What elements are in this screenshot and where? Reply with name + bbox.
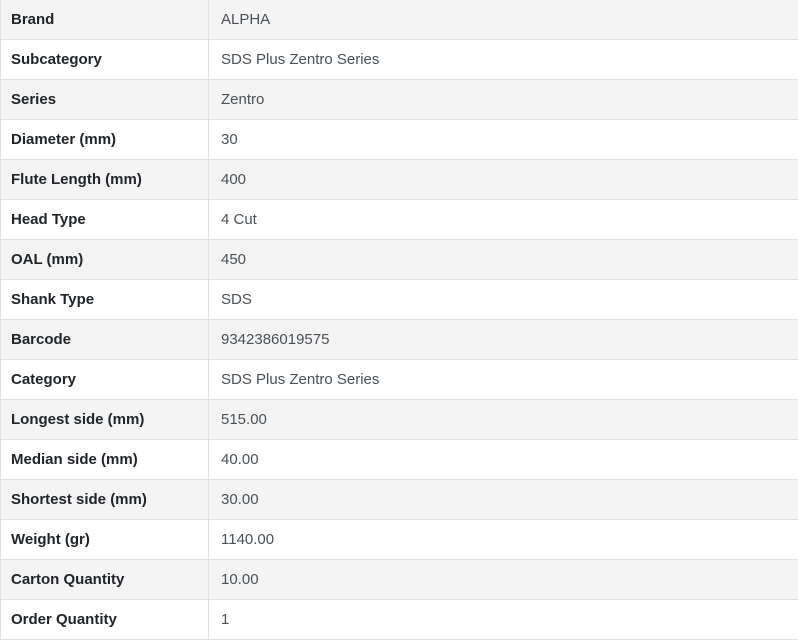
- table-row: Diameter (mm) 30: [1, 120, 798, 160]
- table-row: Shortest side (mm) 30.00: [1, 480, 798, 520]
- spec-label: Brand: [1, 0, 209, 40]
- table-row: Barcode 9342386019575: [1, 320, 798, 360]
- spec-value: 1140.00: [209, 520, 798, 560]
- spec-label: Subcategory: [1, 40, 209, 80]
- table-row: Carton Quantity 10.00: [1, 560, 798, 600]
- table-row: Subcategory SDS Plus Zentro Series: [1, 40, 798, 80]
- spec-label: Head Type: [1, 200, 209, 240]
- table-row: Flute Length (mm) 400: [1, 160, 798, 200]
- spec-label: Longest side (mm): [1, 400, 209, 440]
- spec-value: 1: [209, 600, 798, 640]
- spec-label: Median side (mm): [1, 440, 209, 480]
- spec-value: Zentro: [209, 80, 798, 120]
- spec-value: 400: [209, 160, 798, 200]
- spec-label: OAL (mm): [1, 240, 209, 280]
- spec-value: ALPHA: [209, 0, 798, 40]
- spec-value: SDS: [209, 280, 798, 320]
- spec-value: 4 Cut: [209, 200, 798, 240]
- spec-value: 40.00: [209, 440, 798, 480]
- spec-value: 30.00: [209, 480, 798, 520]
- table-row: Longest side (mm) 515.00: [1, 400, 798, 440]
- spec-value: 9342386019575: [209, 320, 798, 360]
- spec-label: Series: [1, 80, 209, 120]
- spec-label: Flute Length (mm): [1, 160, 209, 200]
- spec-table-body: Brand ALPHA Subcategory SDS Plus Zentro …: [1, 0, 798, 640]
- table-row: Order Quantity 1: [1, 600, 798, 640]
- spec-value: SDS Plus Zentro Series: [209, 40, 798, 80]
- spec-label: Category: [1, 360, 209, 400]
- table-row: Series Zentro: [1, 80, 798, 120]
- spec-label: Shortest side (mm): [1, 480, 209, 520]
- table-row: Category SDS Plus Zentro Series: [1, 360, 798, 400]
- table-row: Median side (mm) 40.00: [1, 440, 798, 480]
- table-row: Brand ALPHA: [1, 0, 798, 40]
- spec-label: Shank Type: [1, 280, 209, 320]
- spec-value: 10.00: [209, 560, 798, 600]
- spec-label: Barcode: [1, 320, 209, 360]
- table-row: OAL (mm) 450: [1, 240, 798, 280]
- spec-value: 450: [209, 240, 798, 280]
- spec-label: Carton Quantity: [1, 560, 209, 600]
- spec-value: SDS Plus Zentro Series: [209, 360, 798, 400]
- table-row: Weight (gr) 1140.00: [1, 520, 798, 560]
- product-spec-table: Brand ALPHA Subcategory SDS Plus Zentro …: [0, 0, 798, 640]
- spec-value: 515.00: [209, 400, 798, 440]
- table-row: Shank Type SDS: [1, 280, 798, 320]
- table-row: Head Type 4 Cut: [1, 200, 798, 240]
- spec-label: Weight (gr): [1, 520, 209, 560]
- spec-value: 30: [209, 120, 798, 160]
- spec-label: Diameter (mm): [1, 120, 209, 160]
- spec-label: Order Quantity: [1, 600, 209, 640]
